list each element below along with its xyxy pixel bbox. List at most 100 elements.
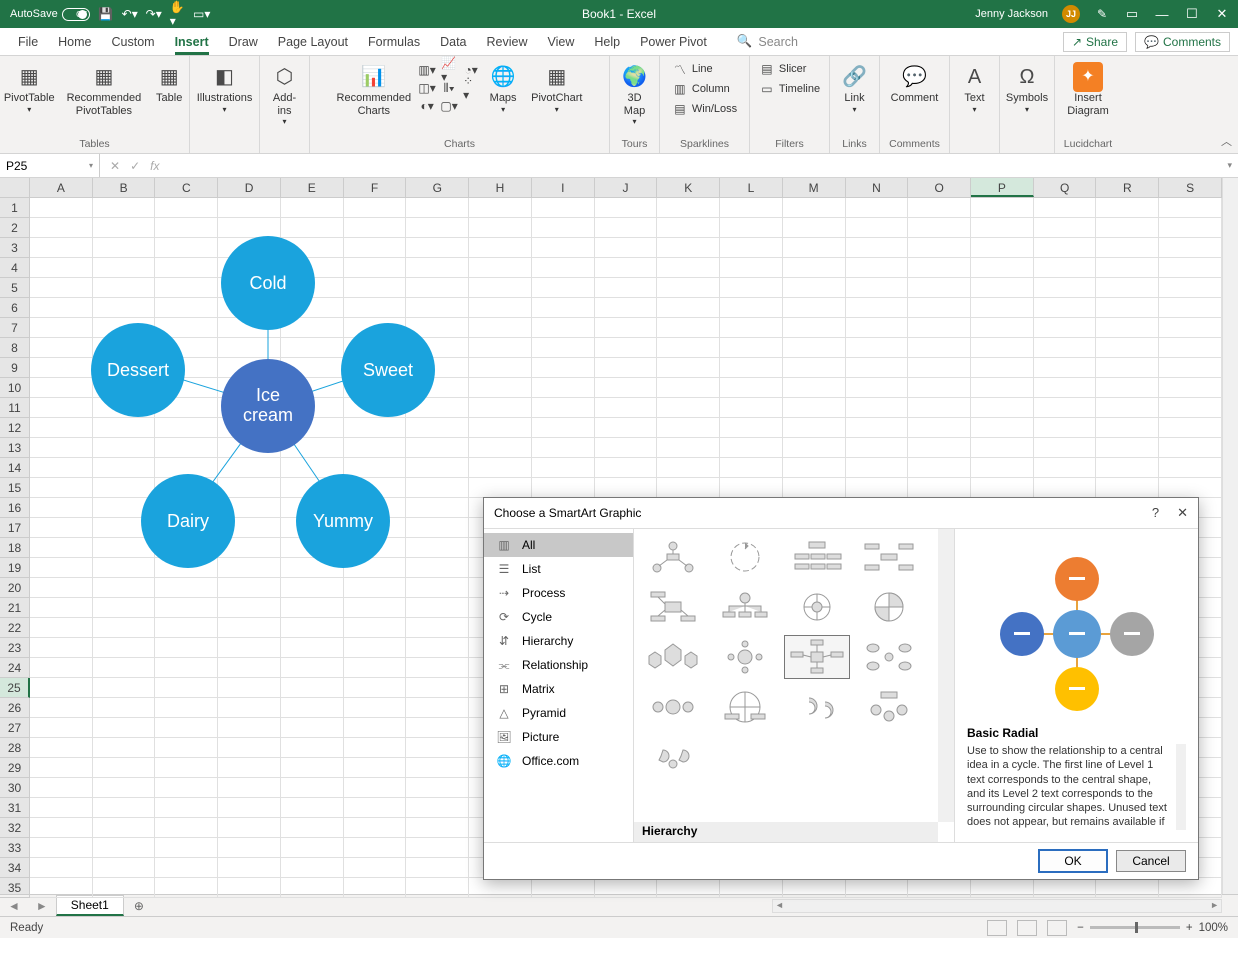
search-box[interactable]: 🔍 Search	[737, 34, 798, 49]
minimize-icon[interactable]: —	[1154, 7, 1170, 22]
ok-button[interactable]: OK	[1038, 849, 1108, 873]
cell[interactable]	[846, 258, 909, 278]
sparkline-line-button[interactable]: 〽Line	[669, 60, 740, 78]
add-sheet-icon[interactable]: ⊕	[124, 899, 154, 913]
category-hierarchy[interactable]: ⇵Hierarchy	[484, 629, 633, 653]
column-header[interactable]: G	[406, 178, 469, 197]
cell[interactable]	[406, 738, 469, 758]
row-header[interactable]: 31	[0, 798, 30, 818]
dialog-grid-scrollbar[interactable]	[938, 529, 954, 822]
cell[interactable]	[30, 658, 93, 678]
column-header[interactable]: B	[93, 178, 156, 197]
cell[interactable]	[595, 458, 658, 478]
cell[interactable]	[30, 758, 93, 778]
cell[interactable]	[406, 758, 469, 778]
cell[interactable]	[908, 358, 971, 378]
radial-node[interactable]: Yummy	[296, 474, 390, 568]
cell[interactable]	[971, 278, 1034, 298]
cell[interactable]	[344, 838, 407, 858]
slicer-button[interactable]: ▤Slicer	[756, 60, 823, 78]
cell[interactable]	[1159, 398, 1222, 418]
category-relationship[interactable]: ⫘Relationship	[484, 653, 633, 677]
tab-review[interactable]: Review	[477, 28, 538, 55]
category-picture[interactable]: 🖼Picture	[484, 725, 633, 749]
zoom-out-icon[interactable]: −	[1077, 922, 1084, 934]
cell[interactable]	[971, 418, 1034, 438]
statistic-chart-icon[interactable]: ⫴▾	[441, 80, 457, 96]
cell[interactable]	[155, 838, 218, 858]
cell[interactable]	[720, 198, 783, 218]
cell[interactable]	[344, 878, 407, 898]
cell[interactable]	[218, 818, 281, 838]
normal-view-icon[interactable]	[987, 920, 1007, 936]
cell[interactable]	[30, 218, 93, 238]
cell[interactable]	[344, 778, 407, 798]
comment-button[interactable]: 💬Comment	[887, 60, 943, 107]
cell[interactable]	[783, 398, 846, 418]
cell[interactable]	[846, 338, 909, 358]
cell[interactable]	[155, 738, 218, 758]
cell[interactable]	[971, 318, 1034, 338]
category-matrix[interactable]: ⊞Matrix	[484, 677, 633, 701]
redo-icon[interactable]: ↷▾	[146, 6, 162, 22]
cell[interactable]	[1096, 878, 1159, 898]
cell[interactable]	[281, 658, 344, 678]
column-header[interactable]: R	[1096, 178, 1159, 197]
cell[interactable]	[720, 218, 783, 238]
cell[interactable]	[595, 278, 658, 298]
row-header[interactable]: 16	[0, 498, 30, 518]
cell[interactable]	[846, 398, 909, 418]
cell[interactable]	[971, 338, 1034, 358]
cell[interactable]	[532, 378, 595, 398]
recommended-pivottables-button[interactable]: ▦Recommended PivotTables	[63, 60, 146, 119]
cell[interactable]	[93, 658, 156, 678]
page-break-view-icon[interactable]	[1047, 920, 1067, 936]
cell[interactable]	[469, 378, 532, 398]
cell[interactable]	[783, 298, 846, 318]
cell[interactable]	[908, 318, 971, 338]
cell[interactable]	[155, 798, 218, 818]
row-header[interactable]: 24	[0, 658, 30, 678]
cell[interactable]	[469, 398, 532, 418]
vertical-scrollbar[interactable]	[1222, 178, 1238, 894]
cell[interactable]	[908, 258, 971, 278]
cell[interactable]	[218, 698, 281, 718]
row-header[interactable]: 23	[0, 638, 30, 658]
cell[interactable]	[532, 318, 595, 338]
fx-icon[interactable]: fx	[150, 159, 159, 173]
cell[interactable]	[218, 618, 281, 638]
cell[interactable]	[532, 238, 595, 258]
cell[interactable]	[1034, 358, 1097, 378]
cell[interactable]	[1034, 878, 1097, 898]
cell[interactable]	[657, 318, 720, 338]
cell[interactable]	[281, 218, 344, 238]
cell[interactable]	[846, 458, 909, 478]
share-button[interactable]: ↗Share	[1063, 32, 1127, 52]
cell[interactable]	[846, 218, 909, 238]
bar-chart-icon[interactable]: ▥▾	[419, 62, 435, 78]
cell[interactable]	[720, 878, 783, 898]
cell[interactable]	[218, 218, 281, 238]
enter-formula-icon[interactable]: ✓	[130, 159, 140, 173]
cell[interactable]	[846, 278, 909, 298]
row-header[interactable]: 30	[0, 778, 30, 798]
cell[interactable]	[281, 678, 344, 698]
cell[interactable]	[93, 698, 156, 718]
cell[interactable]	[657, 398, 720, 418]
cell[interactable]	[720, 318, 783, 338]
cell[interactable]	[971, 258, 1034, 278]
coming-soon-icon[interactable]: ✎	[1094, 6, 1110, 22]
cell[interactable]	[657, 218, 720, 238]
cell[interactable]	[469, 218, 532, 238]
cell[interactable]	[1034, 418, 1097, 438]
column-header[interactable]: C	[155, 178, 218, 197]
cell[interactable]	[595, 218, 658, 238]
cell[interactable]	[1096, 218, 1159, 238]
cell[interactable]	[218, 798, 281, 818]
tab-insert[interactable]: Insert	[165, 28, 219, 55]
cell[interactable]	[1034, 398, 1097, 418]
cell[interactable]	[595, 238, 658, 258]
cell[interactable]	[344, 718, 407, 738]
cell[interactable]	[1096, 238, 1159, 258]
cell[interactable]	[281, 198, 344, 218]
